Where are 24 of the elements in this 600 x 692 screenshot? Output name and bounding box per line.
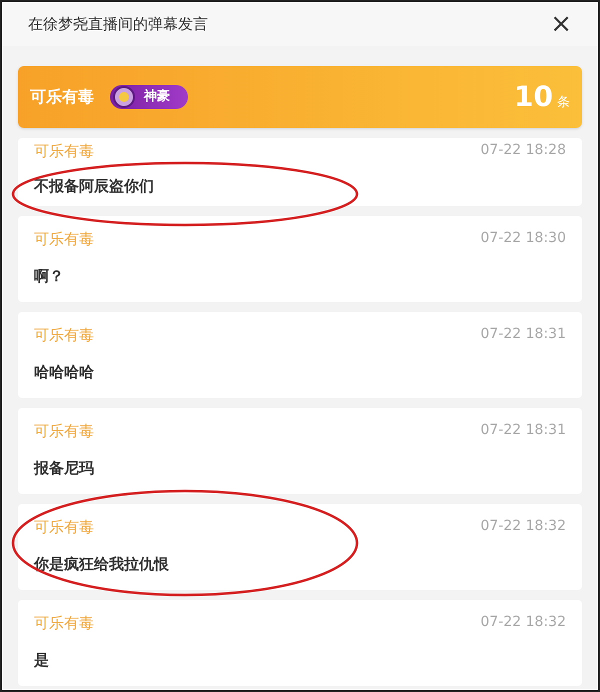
sender-name: 可乐有毒: [34, 613, 94, 634]
sender-name: 可乐有毒: [34, 517, 94, 538]
close-button[interactable]: ×: [550, 11, 572, 37]
message-text: 你是疯狂给我拉仇恨: [34, 554, 170, 574]
message-text: 啊？: [34, 266, 65, 286]
message-text: 是: [34, 650, 50, 670]
sender-name: 可乐有毒: [34, 229, 94, 250]
message-count: 10: [514, 79, 553, 115]
count-unit: 条: [557, 94, 570, 112]
sender-name: 可乐有毒: [34, 325, 94, 346]
message-time: 07-22 18:31: [480, 325, 566, 344]
rank-badge: 神豪: [110, 85, 188, 109]
sender-name: 可乐有毒: [34, 141, 94, 162]
message-time: 07-22 18:32: [480, 517, 566, 536]
sender-name: 可乐有毒: [34, 421, 94, 442]
window-title: 在徐梦尧直播间的弹幕发言: [28, 14, 208, 35]
message-time: 07-22 18:28: [480, 141, 566, 160]
message-time: 07-22 18:30: [480, 229, 566, 248]
message-time: 07-22 18:31: [480, 421, 566, 440]
message-text: 哈哈哈哈: [34, 362, 95, 382]
user-name: 可乐有毒: [30, 86, 94, 108]
message-time: 07-22 18:32: [480, 613, 566, 632]
message-text: 不报备阿辰盗你们: [34, 176, 155, 196]
message-text: 报备尼玛: [34, 458, 95, 478]
